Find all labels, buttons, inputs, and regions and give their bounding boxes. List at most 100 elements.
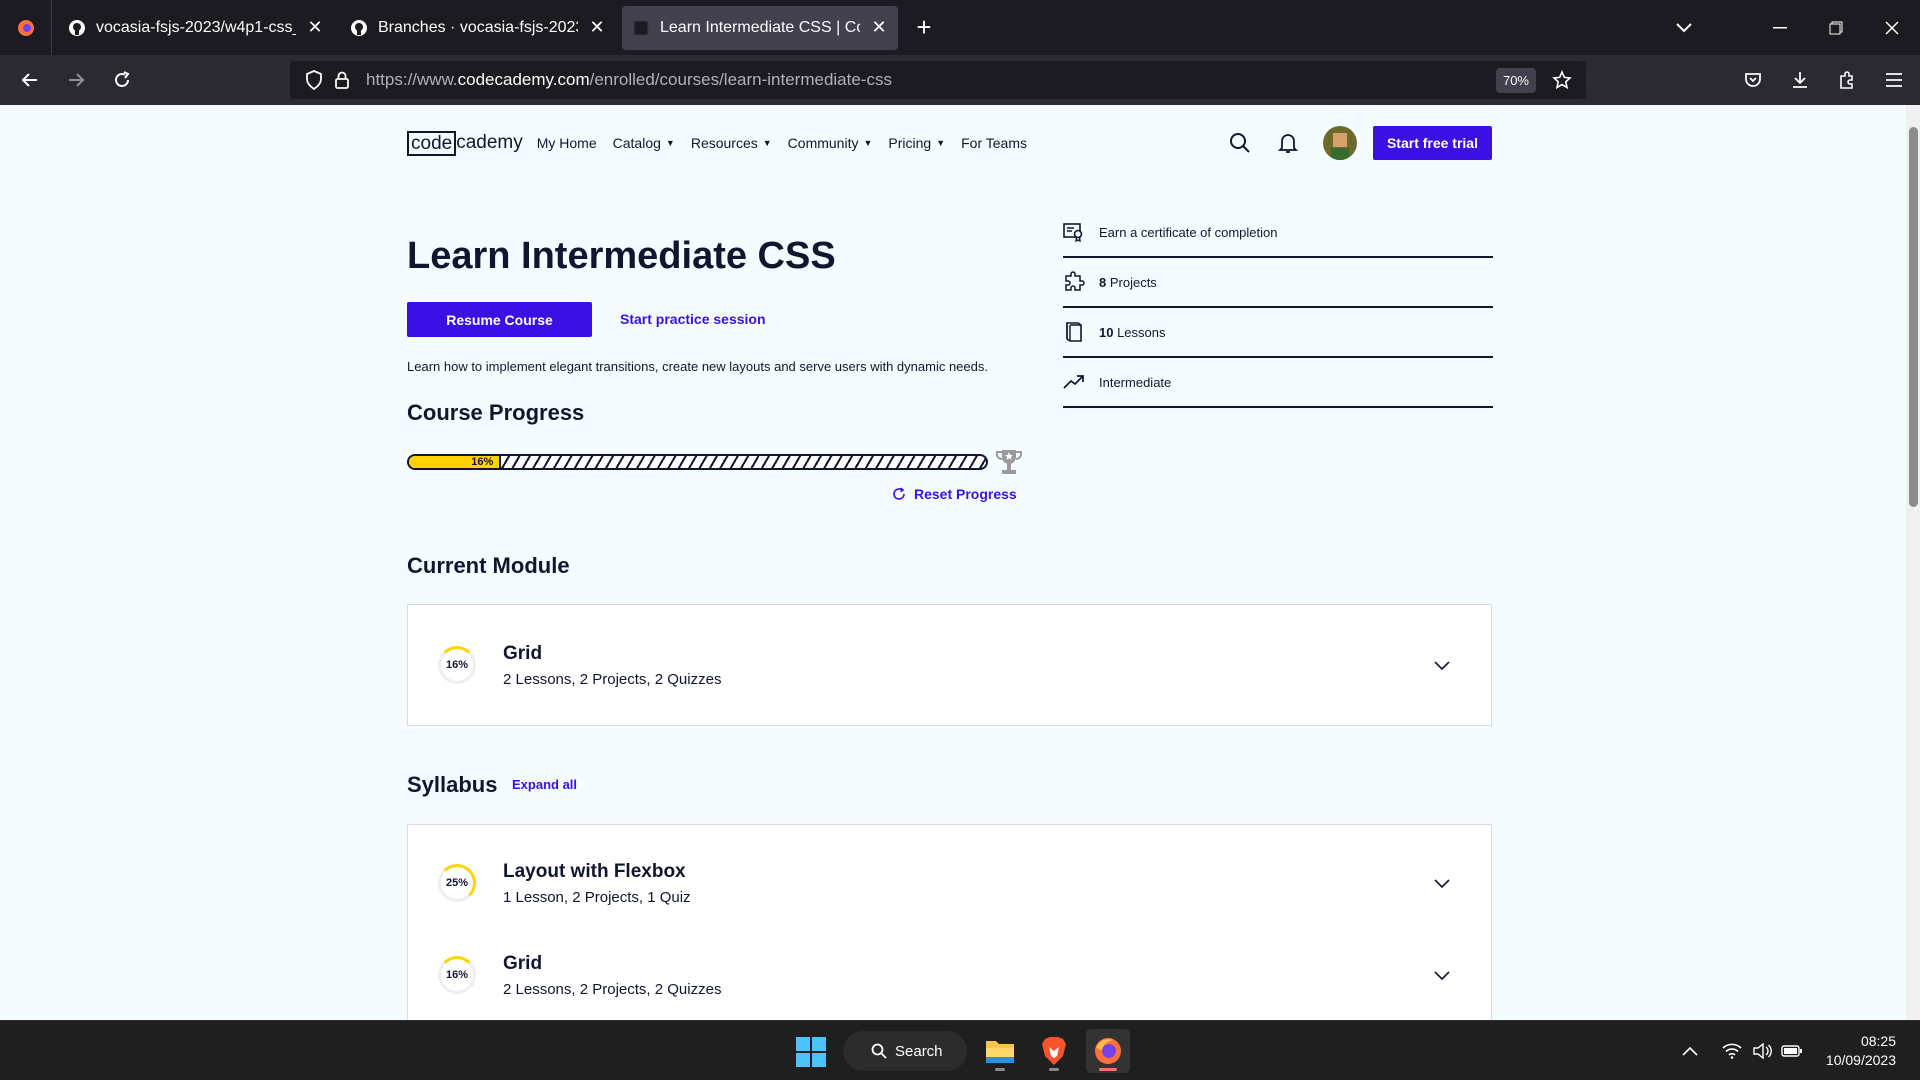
file-explorer-app[interactable] [978,1029,1022,1073]
github-icon [350,19,368,37]
search-icon [871,1043,887,1059]
forward-arrow-icon[interactable] [54,60,98,100]
chevron-down-icon[interactable] [1433,656,1451,674]
expand-all-link[interactable]: Expand all [512,777,577,792]
pocket-icon[interactable] [1730,60,1775,100]
bell-icon[interactable] [1275,130,1301,156]
address-bar[interactable]: https://www.codecademy.com/enrolled/cour… [290,61,1586,99]
fact-certificate: Earn a certificate of completion [1063,208,1493,258]
progress-label: 16% [471,456,494,468]
tab-close-icon[interactable]: ✕ [588,17,606,38]
syllabus-module-row[interactable]: 25% Layout with Flexbox 1 Lesson, 2 Proj… [408,837,1491,929]
caret-down-icon: ▼ [936,138,946,148]
windows-taskbar: Search 08:25 10/09/2023 [0,1020,1920,1080]
taskbar-clock[interactable]: 08:25 10/09/2023 [1826,1032,1896,1070]
tab-close-icon[interactable]: ✕ [306,17,324,38]
site-header: code cademy My Home Catalog ▼ Resources ▼ C… [407,123,1492,163]
page-scrollbar[interactable] [1906,105,1920,1020]
start-practice-session-link[interactable]: Start practice session [620,311,766,327]
download-icon[interactable] [1777,60,1822,100]
tab-close-icon[interactable]: ✕ [870,17,888,38]
app-indicator [1049,1068,1059,1071]
module-row[interactable]: 16% Grid 2 Lessons, 2 Projects, 2 Quizze… [408,605,1491,725]
module-text: Layout with Flexbox 1 Lesson, 2 Projects… [503,861,691,906]
module-text: Grid 2 Lessons, 2 Projects, 2 Quizzes [503,643,721,688]
syllabus-heading: Syllabus [407,772,498,797]
firefox-icon [1095,1038,1121,1064]
shield-icon[interactable] [300,70,328,90]
fact-label: Intermediate [1099,374,1172,390]
fact-projects: 8 Projects [1063,258,1493,308]
fact-text: 10 Lessons [1099,325,1166,340]
module-name: Layout with Flexbox [503,860,686,882]
chevron-down-icon[interactable] [1433,966,1451,984]
brave-lion-icon [1042,1037,1066,1065]
close-window-icon[interactable] [1864,0,1920,55]
bookmark-star-icon[interactable] [1548,70,1576,90]
folder-icon [986,1041,1014,1063]
nav-label: Pricing [888,135,932,151]
nav-for-teams[interactable]: For Teams [961,135,1027,151]
taskbar-search[interactable]: Search [843,1031,967,1071]
current-module-card[interactable]: 16% Grid 2 Lessons, 2 Projects, 2 Quizze… [407,604,1492,726]
page-title: Learn Intermediate CSS [407,235,836,277]
tab-github-repo[interactable]: vocasia-fsjs-2023/w4p1-css_codecademy ✕ [58,6,334,50]
system-tray: 08:25 10/09/2023 [1674,1021,1920,1080]
lock-icon[interactable] [328,70,356,90]
reload-icon[interactable] [100,60,144,100]
search-icon[interactable] [1227,130,1253,156]
codecademy-icon [632,19,650,37]
site-nav: My Home Catalog ▼ Resources ▼ Community ▼ P… [537,135,1043,151]
volume-icon[interactable] [1748,1037,1776,1065]
chevron-up-icon[interactable] [1676,1037,1704,1065]
fact-label: Earn a certificate of completion [1099,224,1278,240]
nav-community[interactable]: Community ▼ [788,135,873,151]
syllabus-module-row[interactable]: 16% Grid 2 Lessons, 2 Projects, 2 Quizze… [408,929,1491,1020]
start-free-trial-button[interactable]: Start free trial [1372,126,1492,160]
course-progress-heading: Course Progress [407,400,585,425]
chevron-down-icon[interactable] [1433,874,1451,892]
extensions-icon[interactable] [1824,60,1869,100]
brave-browser-app[interactable] [1032,1029,1076,1073]
wifi-icon[interactable] [1718,1037,1746,1065]
browser-nav-bar: https://www.codecademy.com/enrolled/cour… [0,55,1920,105]
syllabus-list: 25% Layout with Flexbox 1 Lesson, 2 Proj… [407,824,1492,1020]
hamburger-menu-icon[interactable] [1871,60,1916,100]
minimize-icon[interactable] [1752,0,1808,55]
refresh-icon [893,487,905,500]
url-text[interactable]: https://www.codecademy.com/enrolled/cour… [366,70,1496,90]
url-path: /enrolled/courses/learn-intermediate-css [589,70,892,89]
new-tab-button[interactable]: + [904,8,944,48]
battery-icon[interactable] [1778,1037,1806,1065]
nav-catalog[interactable]: Catalog ▼ [613,135,675,151]
zoom-indicator[interactable]: 70% [1495,67,1536,93]
nav-pricing[interactable]: Pricing ▼ [888,135,945,151]
module-meta: 1 Lesson, 2 Projects, 1 Quiz [503,888,691,906]
github-icon [68,19,86,37]
reset-progress-label: Reset Progress [914,486,1017,502]
module-meta: 2 Lessons, 2 Projects, 2 Quizzes [503,980,722,998]
windows-start-icon[interactable] [796,1037,826,1067]
restore-icon[interactable] [1808,0,1864,55]
logo-rest: cademy [456,132,523,153]
course-facts: Earn a certificate of completion 8 Proje… [1063,208,1493,408]
scrollbar-thumb[interactable] [1909,127,1918,507]
nav-my-home[interactable]: My Home [537,135,597,151]
reset-progress-button[interactable]: Reset Progress [892,486,1017,502]
trophy-icon [994,447,1024,477]
firefox-view-button[interactable] [0,0,52,55]
nav-resources[interactable]: Resources ▼ [691,135,772,151]
fact-text: Earn a certificate of completion [1099,225,1277,240]
back-arrow-icon[interactable] [8,60,52,100]
avatar[interactable] [1322,126,1357,160]
firefox-app[interactable] [1086,1029,1130,1073]
certificate-icon [1063,221,1085,243]
resume-course-button[interactable]: Resume Course [407,302,592,337]
tab-github-branches[interactable]: Branches · vocasia-fsjs-2023/w4p1 ✕ [340,6,616,50]
list-all-tabs-icon[interactable] [1656,0,1712,55]
codecademy-logo[interactable]: code cademy [407,130,523,156]
logo-code: code [407,130,457,156]
tab-codecademy[interactable]: Learn Intermediate CSS | Codecademy ✕ [622,5,898,50]
fact-count: 10 [1099,324,1114,340]
trend-up-icon [1063,371,1085,393]
